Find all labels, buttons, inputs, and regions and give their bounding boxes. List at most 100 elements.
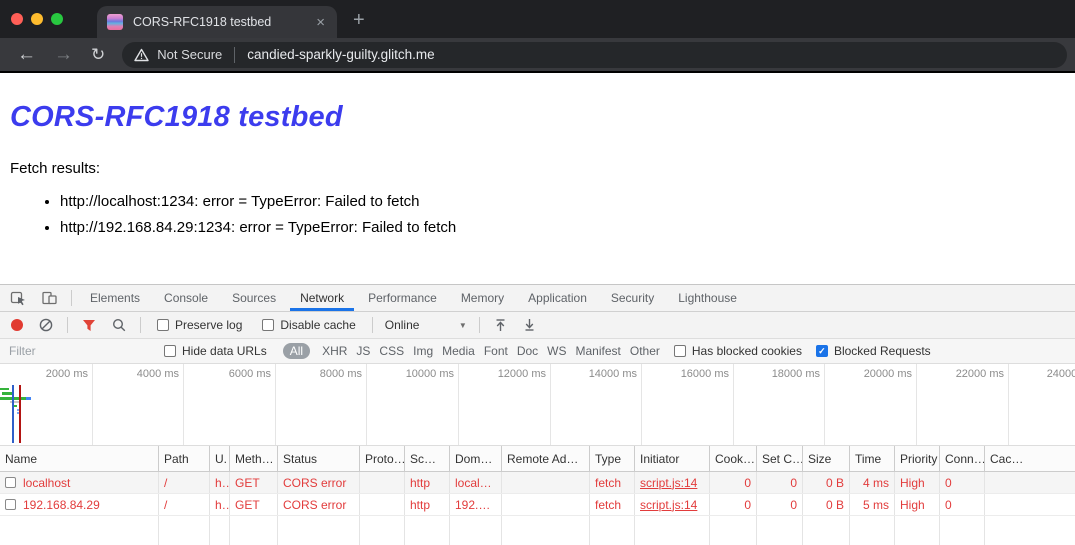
column-header-name[interactable]: Name [0, 446, 159, 471]
row-checkbox[interactable] [5, 477, 16, 488]
table-row[interactable]: 192.168.84.29/h…GETCORS errorhttp192.…fe… [0, 494, 1075, 516]
filter-type-ws[interactable]: WS [547, 344, 566, 358]
cell-initiator: script.js:14 [635, 472, 710, 493]
column-header-status[interactable]: Status [278, 446, 360, 471]
back-button[interactable]: ← [8, 45, 45, 64]
filter-type-font[interactable]: Font [484, 344, 508, 358]
has-blocked-cookies-checkbox[interactable]: Has blocked cookies [674, 344, 802, 358]
preserve-log-checkbox[interactable]: Preserve log [157, 318, 242, 332]
checkbox-checked[interactable]: ✓ [816, 345, 828, 357]
timeline-tick-label: 18000 ms [744, 368, 820, 380]
filter-type-js[interactable]: JS [356, 344, 370, 358]
checkbox-unchecked[interactable] [674, 345, 686, 357]
filter-type-other[interactable]: Other [630, 344, 660, 358]
cell-domain: 192.… [450, 494, 502, 515]
timeline-gridline [641, 364, 642, 445]
fetch-result-item: http://localhost:1234: error = TypeError… [60, 193, 1065, 210]
table-row[interactable]: localhost/h…GETCORS errorhttplocal…fetch… [0, 472, 1075, 494]
column-header-proto[interactable]: Proto… [360, 446, 405, 471]
checkbox-unchecked[interactable] [157, 319, 169, 331]
filter-type-css[interactable]: CSS [379, 344, 404, 358]
row-checkbox[interactable] [5, 499, 16, 510]
empty-grid-column [635, 516, 710, 545]
column-header-time[interactable]: Time [850, 446, 895, 471]
column-header-initiator[interactable]: Initiator [635, 446, 710, 471]
devtools-tab-network[interactable]: Network [290, 285, 354, 311]
cell-method: GET [230, 472, 278, 493]
close-window-button[interactable] [11, 13, 23, 25]
devtools-tab-performance[interactable]: Performance [358, 285, 447, 311]
disable-cache-checkbox[interactable]: Disable cache [262, 318, 355, 332]
cell-status: CORS error [278, 472, 360, 493]
column-header-cookies[interactable]: Cook… [710, 446, 757, 471]
devtools-tab-lighthouse[interactable]: Lighthouse [668, 285, 747, 311]
column-header-method[interactable]: Meth… [230, 446, 278, 471]
devtools-tab-security[interactable]: Security [601, 285, 664, 311]
cell-cache [985, 494, 1075, 515]
column-header-set-cookies[interactable]: Set C… [757, 446, 803, 471]
close-tab-icon[interactable]: × [314, 14, 327, 31]
filter-type-img[interactable]: Img [413, 344, 433, 358]
column-header-cache[interactable]: Cac… [985, 446, 1075, 471]
page-content: CORS-RFC1918 testbed Fetch results: http… [0, 73, 1075, 284]
column-header-priority[interactable]: Priority [895, 446, 940, 471]
devtools-tab-elements[interactable]: Elements [80, 285, 150, 311]
hide-data-urls-checkbox[interactable]: Hide data URLs [164, 344, 267, 358]
filter-type-doc[interactable]: Doc [517, 344, 538, 358]
timeline-gridline [916, 364, 917, 445]
export-har-icon[interactable] [515, 318, 544, 332]
empty-grid-column [405, 516, 450, 545]
device-toolbar-icon[interactable] [34, 290, 65, 306]
devtools-tab-bar-tabs: ElementsConsoleSourcesNetworkPerformance… [78, 285, 749, 311]
timeline-gridline [550, 364, 551, 445]
minimize-window-button[interactable] [31, 13, 43, 25]
blocked-requests-checkbox[interactable]: ✓ Blocked Requests [816, 344, 931, 358]
timeline-tick-label: 6000 ms [195, 368, 271, 380]
resource-type-filters: All XHR JS CSS Img Media Font Doc WS Manifest Othe… [283, 343, 660, 359]
waterfall-bar [0, 388, 9, 390]
new-tab-button[interactable]: + [353, 9, 365, 32]
column-header-scheme[interactable]: Sc… [405, 446, 450, 471]
filter-type-media[interactable]: Media [442, 344, 475, 358]
record-network-log-button[interactable] [11, 319, 23, 331]
forward-button[interactable]: → [45, 45, 82, 64]
column-header-path[interactable]: Path [159, 446, 210, 471]
address-bar[interactable]: Not Secure candied-sparkly-guilty.glitch… [122, 42, 1067, 68]
search-icon[interactable] [104, 318, 134, 332]
initiator-link[interactable]: script.js:14 [640, 476, 697, 490]
column-header-domain[interactable]: Dom… [450, 446, 502, 471]
devtools-tab-memory[interactable]: Memory [451, 285, 514, 311]
browser-tab[interactable]: CORS-RFC1918 testbed × [97, 6, 337, 38]
filter-type-all[interactable]: All [283, 343, 310, 359]
cell-domain: local… [450, 472, 502, 493]
initiator-link[interactable]: script.js:14 [640, 498, 697, 512]
security-state-label[interactable]: Not Secure [157, 47, 222, 62]
checkbox-unchecked[interactable] [262, 319, 274, 331]
column-header-u[interactable]: U. [210, 446, 230, 471]
maximize-window-button[interactable] [51, 13, 63, 25]
filter-funnel-icon[interactable] [74, 319, 104, 332]
timeline-gridline [366, 364, 367, 445]
cell-scheme: http [405, 494, 450, 515]
throttling-dropdown[interactable]: Online ▼ [385, 318, 467, 332]
timeline-ruler[interactable]: 2000 ms4000 ms6000 ms8000 ms10000 ms1200… [0, 364, 1075, 446]
filter-type-manifest[interactable]: Manifest [576, 344, 621, 358]
import-har-icon[interactable] [486, 318, 515, 332]
column-header-size[interactable]: Size [803, 446, 850, 471]
devtools-tab-bar: ElementsConsoleSourcesNetworkPerformance… [0, 285, 1075, 312]
url-text[interactable]: candied-sparkly-guilty.glitch.me [247, 47, 434, 62]
filter-input[interactable] [0, 344, 158, 358]
timeline-tick-label: 14000 ms [561, 368, 637, 380]
clear-network-log-icon[interactable] [31, 318, 61, 332]
inspect-element-icon[interactable] [0, 290, 34, 306]
column-header-remote[interactable]: Remote Ad… [502, 446, 590, 471]
reload-button[interactable]: ↻ [82, 46, 114, 63]
cell-scheme: http [405, 472, 450, 493]
devtools-tab-console[interactable]: Console [154, 285, 218, 311]
column-header-type[interactable]: Type [590, 446, 635, 471]
filter-type-xhr[interactable]: XHR [322, 344, 347, 358]
devtools-tab-sources[interactable]: Sources [222, 285, 286, 311]
column-header-conn[interactable]: Conn… [940, 446, 985, 471]
checkbox-unchecked[interactable] [164, 345, 176, 357]
devtools-tab-application[interactable]: Application [518, 285, 597, 311]
